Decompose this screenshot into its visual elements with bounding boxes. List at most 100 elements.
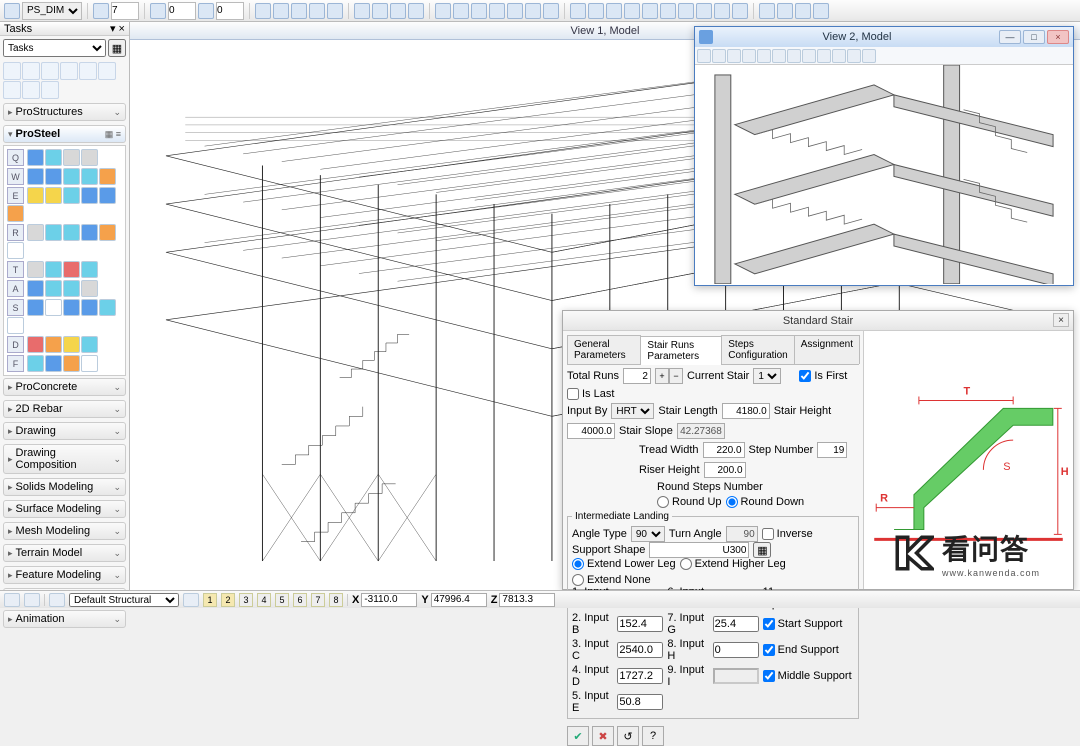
group-drawing[interactable]: ▸Drawing⌄ [3,422,126,440]
app-icon[interactable] [4,3,20,19]
ps-tool-icon[interactable] [63,149,80,166]
view-toggle-2[interactable]: 2 [221,593,235,607]
ps-tool-icon[interactable] [27,168,44,185]
ps-tool-icon[interactable] [27,187,44,204]
view2-maximize[interactable]: □ [1023,30,1045,44]
ps-tool-icon[interactable] [81,280,98,297]
view-tool-icon[interactable] [802,49,816,63]
stair-slope-input[interactable] [677,423,725,439]
input-by-select[interactable]: HRT [611,403,654,419]
group-2d-rebar[interactable]: ▸2D Rebar⌄ [3,400,126,418]
quick-tool-icon[interactable] [98,62,116,80]
stair-dialog-close[interactable]: × [1053,313,1069,327]
view-toggle-3[interactable]: 3 [239,593,253,607]
input-d[interactable] [617,668,663,684]
tool-icon[interactable] [795,3,811,19]
group-mesh-modeling[interactable]: ▸Mesh Modeling⌄ [3,522,126,540]
view-tool-icon[interactable] [742,49,756,63]
tool-icon[interactable] [588,3,604,19]
input-e[interactable] [617,694,663,710]
ps-tool-icon[interactable] [99,168,116,185]
status-icon[interactable] [183,593,199,607]
stair-height-input[interactable] [567,423,615,439]
grid-icon[interactable] [150,3,166,19]
view-toggle-6[interactable]: 6 [293,593,307,607]
angle-type-select[interactable]: 90 [631,526,665,542]
ps-tool-icon[interactable] [81,261,98,278]
input-c[interactable] [617,642,663,658]
input-h[interactable] [713,642,759,658]
total-runs-input[interactable] [623,368,651,384]
group-terrain-model[interactable]: ▸Terrain Model⌄ [3,544,126,562]
quick-tool-icon[interactable] [3,62,21,80]
ps-tool-icon[interactable] [45,280,62,297]
tool-icon[interactable] [813,3,829,19]
stair-length-input[interactable] [722,403,770,419]
tread-width-input[interactable] [703,442,745,458]
extend-none-radio[interactable] [572,574,584,586]
round-up-radio[interactable] [657,496,669,508]
tasks-dropdown[interactable]: Tasks [3,39,106,57]
stair-dialog-title[interactable]: Standard Stair × [563,311,1073,331]
tool-icon[interactable] [777,3,793,19]
tool-icon[interactable] [372,3,388,19]
ps-tool-icon[interactable] [45,149,62,166]
coord-y[interactable] [431,593,487,607]
ps-tool-icon[interactable] [7,242,24,259]
current-stair-select[interactable]: 1 [753,368,781,384]
total-runs-minus[interactable]: − [669,368,683,384]
ps-tool-icon[interactable] [27,355,44,372]
view2-minimize[interactable]: — [999,30,1021,44]
ps-tool-icon[interactable] [27,280,44,297]
tool-icon[interactable] [570,3,586,19]
tool-icon[interactable] [678,3,694,19]
ps-tool-icon[interactable] [81,336,98,353]
view-tool-icon[interactable] [712,49,726,63]
tool-icon[interactable] [507,3,523,19]
view-toggle-5[interactable]: 5 [275,593,289,607]
ps-tool-icon[interactable] [81,355,98,372]
status-icon[interactable] [24,593,40,607]
tool-icon[interactable] [291,3,307,19]
group-animation[interactable]: ▸Animation⌄ [3,610,126,628]
tab-runs[interactable]: Stair Runs Parameters [640,336,722,365]
ps-tool-icon[interactable] [27,299,44,316]
ps-tool-icon[interactable] [63,299,80,316]
tool-icon[interactable] [390,3,406,19]
start-support-check[interactable] [763,618,775,630]
quick-tool-icon[interactable] [22,81,40,99]
tool-icon[interactable] [408,3,424,19]
total-runs-plus[interactable]: + [655,368,669,384]
tool-icon[interactable] [471,3,487,19]
step-number-input[interactable] [817,442,847,458]
input-b[interactable] [617,616,663,632]
tasks-layout-button[interactable]: ▦ [108,39,126,57]
ps-tool-icon[interactable] [45,187,62,204]
turn-angle-input[interactable] [726,526,758,542]
tool-icon[interactable] [660,3,676,19]
ps-tool-icon[interactable] [63,187,80,204]
inverse-check[interactable] [762,528,774,540]
cancel-button[interactable]: ✖ [592,726,614,746]
quick-tool-icon[interactable] [41,81,59,99]
extend-lower-radio[interactable] [572,558,584,570]
view-tool-icon[interactable] [757,49,771,63]
tool-icon[interactable] [354,3,370,19]
view-tool-icon[interactable] [727,49,741,63]
ps-tool-icon[interactable] [7,205,24,222]
ps-tool-icon[interactable] [63,261,80,278]
ps-tool-icon[interactable] [81,224,98,241]
tab-general[interactable]: General Parameters [567,335,641,364]
extend-higher-radio[interactable] [680,558,692,570]
input-i[interactable] [713,668,759,684]
quick-tool-icon[interactable] [79,62,97,80]
status-style-select[interactable]: Default Structural [69,593,179,607]
workspace-select[interactable]: PS_DIM [22,2,82,20]
input-g[interactable] [713,616,759,632]
tool-icon[interactable] [327,3,343,19]
snap-lock-value[interactable] [111,2,139,20]
ps-tool-icon[interactable] [99,299,116,316]
reset-button[interactable]: ↺ [617,726,639,746]
round-down-radio[interactable] [726,496,738,508]
help-button[interactable]: ? [642,726,664,746]
